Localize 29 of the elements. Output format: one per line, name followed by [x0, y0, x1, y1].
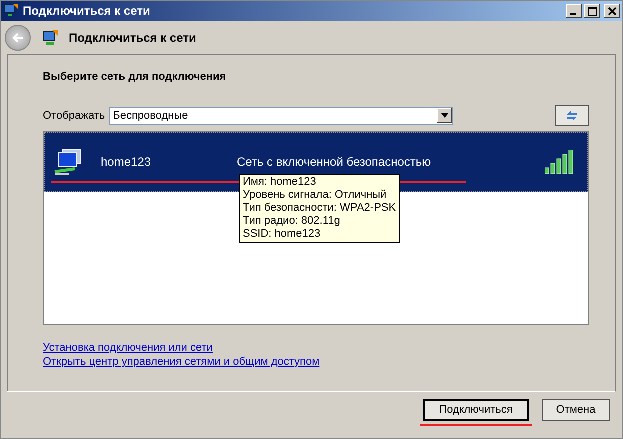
refresh-icon	[565, 110, 579, 122]
minimize-button[interactable]	[566, 4, 582, 18]
network-name: home123	[101, 155, 152, 169]
link[interactable]: Установка подключения или сети	[43, 342, 213, 355]
back-arrow-icon	[11, 30, 25, 44]
dropdown-arrow-icon	[440, 113, 449, 118]
link[interactable]: Открыть центр управления сетями и общим доступом	[43, 356, 320, 369]
window-title: Подключиться к сети	[23, 4, 152, 18]
page-title: Подключиться к сети	[69, 30, 196, 44]
network-icon	[41, 28, 59, 46]
signal-icon	[545, 150, 575, 174]
tooltip-line: Тип радио: 802.11g	[243, 215, 342, 228]
filter-dropdown[interactable]: Беспроводные	[109, 106, 454, 124]
maximize-button[interactable]	[584, 4, 600, 18]
maximize-icon	[588, 6, 596, 16]
network-icon	[3, 3, 19, 19]
close-button[interactable]	[604, 4, 620, 18]
dialog-button[interactable]: Отмена	[542, 399, 610, 421]
tooltip-line: Уровень сигнала: Отличный	[243, 189, 388, 202]
tooltip-line: Имя: home123	[243, 176, 318, 189]
filter-label: Отображать	[43, 110, 106, 122]
tooltip-line: Тип безопасности: WPA2-PSK	[243, 202, 396, 215]
refresh-button[interactable]	[555, 105, 589, 126]
network-status: Сеть с включенной безопасностью	[237, 155, 432, 169]
dialog-button[interactable]: Подключиться	[423, 399, 529, 421]
close-icon	[608, 6, 616, 16]
back-button[interactable]	[5, 24, 31, 50]
section-heading: Выберите сеть для подключения	[43, 71, 228, 83]
tooltip-line: SSID: home123	[243, 228, 322, 241]
